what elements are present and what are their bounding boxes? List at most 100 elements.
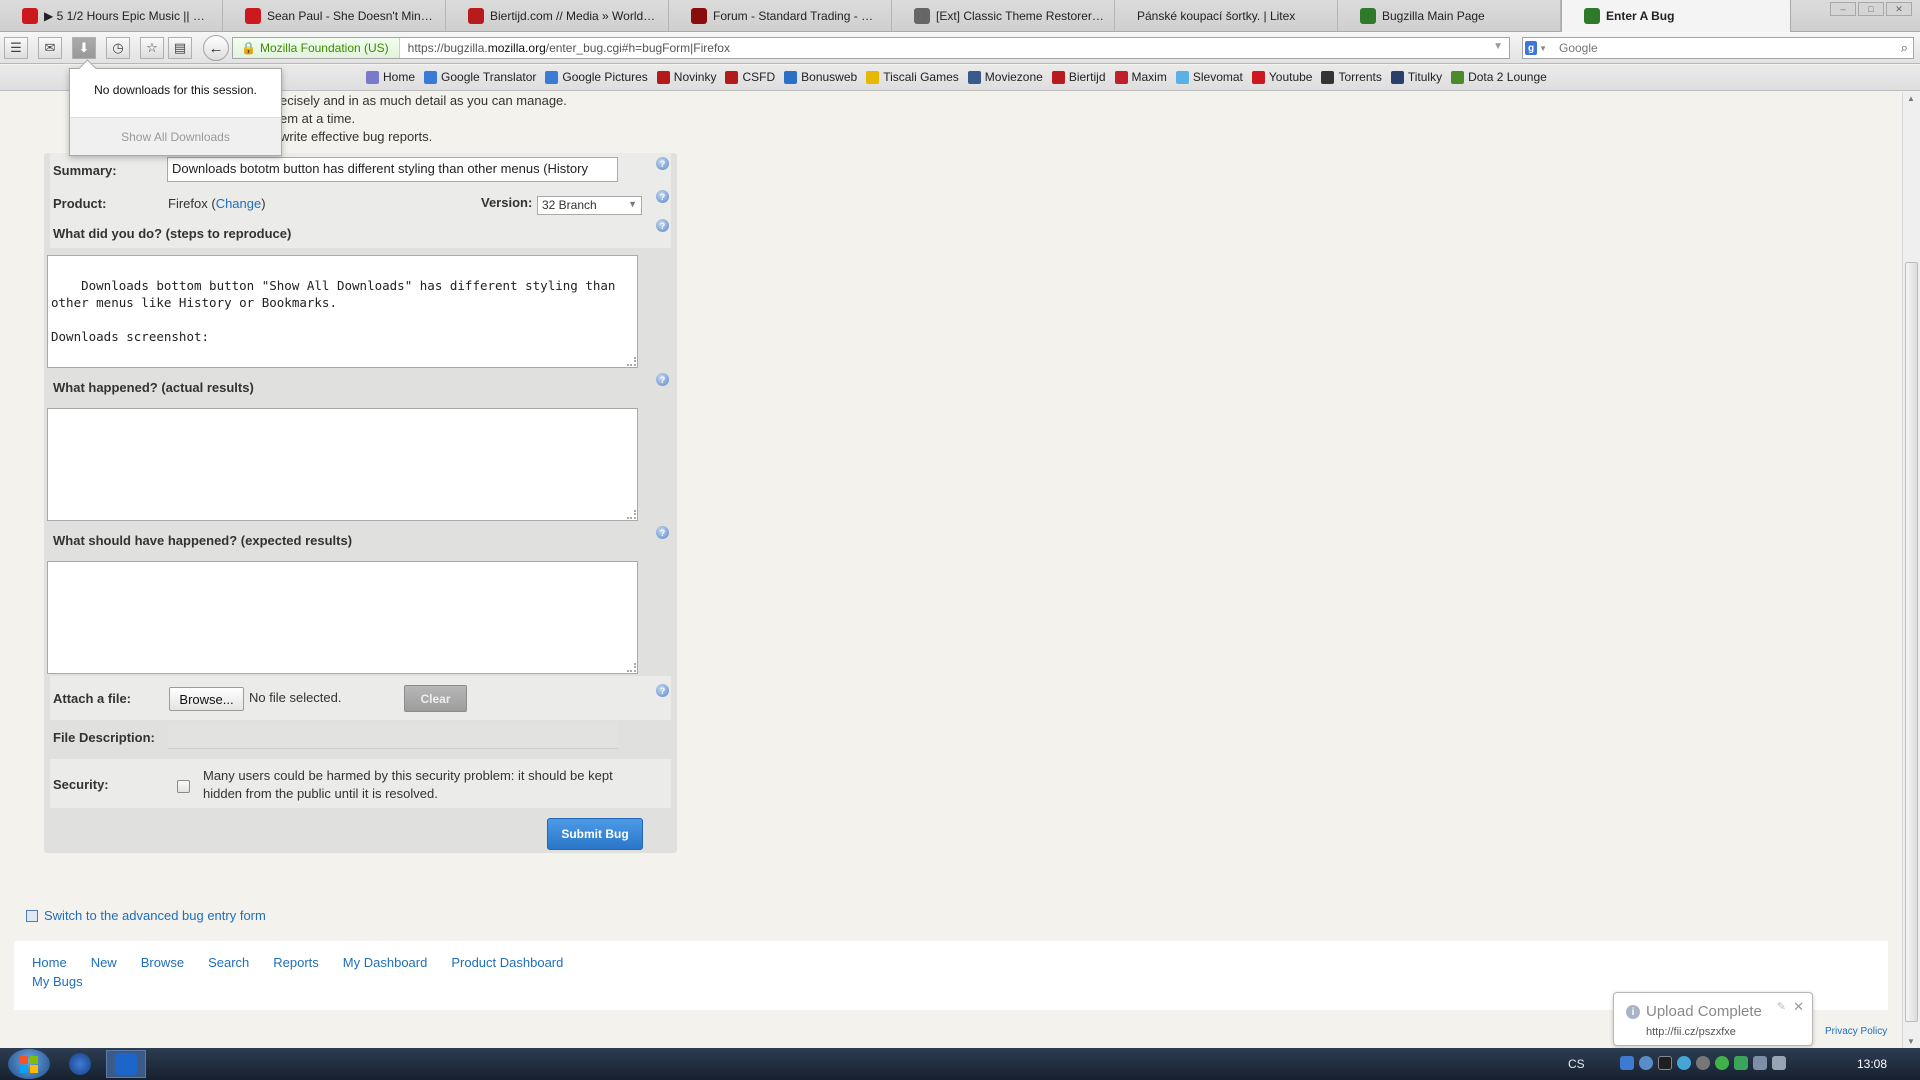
- bookmarks-menu-icon[interactable]: ▤: [168, 37, 192, 59]
- footer-link[interactable]: My Dashboard: [343, 955, 428, 970]
- mail-icon[interactable]: ✉: [38, 37, 62, 59]
- version-select[interactable]: 32 Branch ▼: [537, 196, 642, 215]
- back-button[interactable]: ←: [203, 35, 229, 61]
- scroll-down-icon[interactable]: ▼: [1907, 1037, 1915, 1046]
- history-icon[interactable]: ◷: [106, 37, 130, 59]
- tab[interactable]: Sean Paul - She Doesn't Mind [Of...: [223, 0, 446, 31]
- privacy-policy-link[interactable]: Privacy Policy: [1825, 1026, 1887, 1037]
- tray-app-icon[interactable]: [1639, 1056, 1653, 1070]
- close-icon[interactable]: ✕: [1793, 999, 1804, 1015]
- show-all-downloads-button[interactable]: Show All Downloads: [70, 117, 281, 155]
- footer-link[interactable]: Search: [208, 955, 249, 970]
- tab[interactable]: Bugzilla Main Page: [1338, 0, 1561, 31]
- security-checkbox[interactable]: [177, 780, 190, 793]
- footer-link[interactable]: Home: [32, 955, 67, 970]
- resize-grip-icon[interactable]: [627, 357, 636, 366]
- bookmark-star-icon[interactable]: ☆: [140, 37, 164, 59]
- notification-url[interactable]: http://fii.cz/pszxfxe: [1646, 1026, 1736, 1038]
- pause-icon[interactable]: [1696, 1056, 1710, 1070]
- tab[interactable]: Enter A Bug: [1561, 0, 1791, 32]
- footer-link[interactable]: Product Dashboard: [451, 955, 563, 970]
- url-text[interactable]: https://bugzilla.mozilla.org/enter_bug.c…: [400, 41, 730, 55]
- tray-app-icon[interactable]: [1620, 1056, 1634, 1070]
- url-bar[interactable]: 🔒 Mozilla Foundation (US) https://bugzil…: [232, 37, 1510, 59]
- tray-app-icon[interactable]: [1734, 1056, 1748, 1070]
- expected-help-icon[interactable]: ?: [656, 526, 669, 539]
- language-indicator[interactable]: CS: [1568, 1057, 1585, 1071]
- file-description-input[interactable]: [168, 723, 618, 749]
- footer-link[interactable]: Reports: [273, 955, 319, 970]
- bookmark-item[interactable]: Youtube: [1251, 70, 1312, 84]
- bookmark-item[interactable]: Tiscali Games: [866, 70, 959, 84]
- close-window-button[interactable]: ✕: [1886, 2, 1912, 16]
- taskbar-outlook[interactable]: [106, 1050, 146, 1078]
- tab[interactable]: Forum - Standard Trading - Shop...: [669, 0, 892, 31]
- clock[interactable]: 13:08: [1857, 1057, 1887, 1071]
- pin-icon[interactable]: ✎: [1777, 1000, 1786, 1013]
- tray-app-icon[interactable]: [1715, 1056, 1729, 1070]
- downloads-icon[interactable]: ⬇: [72, 37, 96, 59]
- tray-app-icon[interactable]: [1677, 1056, 1691, 1070]
- bookmark-item[interactable]: Google Translator: [424, 70, 536, 84]
- scroll-up-icon[interactable]: ▲: [1907, 94, 1915, 103]
- bookmark-item[interactable]: Biertijd: [1051, 70, 1106, 84]
- footer-link-my-bugs[interactable]: My Bugs: [32, 974, 83, 989]
- minimize-button[interactable]: –: [1830, 2, 1856, 16]
- scroll-thumb[interactable]: [1905, 262, 1918, 1022]
- submit-bug-button[interactable]: Submit Bug: [547, 818, 643, 850]
- tab[interactable]: ▶ 5 1/2 Hours Epic Music || Futur...: [0, 0, 223, 31]
- resize-grip-icon[interactable]: [627, 510, 636, 519]
- bookmark-item[interactable]: Dota 2 Lounge: [1451, 70, 1547, 84]
- bookmark-item[interactable]: Moviezone: [967, 70, 1043, 84]
- actual-help-icon[interactable]: ?: [656, 373, 669, 386]
- bookmark-item[interactable]: Novinky: [656, 70, 716, 84]
- start-button[interactable]: [8, 1049, 50, 1079]
- advanced-form-link[interactable]: Switch to the advanced bug entry form: [26, 908, 266, 923]
- attach-help-icon[interactable]: ?: [656, 684, 669, 697]
- bookmark-item[interactable]: Bonusweb: [784, 70, 857, 84]
- menu-icon[interactable]: ☰: [4, 37, 28, 59]
- search-icon[interactable]: ⌕: [1901, 40, 1908, 56]
- tab-title: ▶ 5 1/2 Hours Epic Music || Futur...: [44, 8, 212, 23]
- maximize-button[interactable]: □: [1858, 2, 1884, 16]
- taskbar-firefox[interactable]: [60, 1050, 100, 1078]
- bookmark-item[interactable]: Home: [366, 70, 415, 84]
- volume-icon[interactable]: [1772, 1056, 1786, 1070]
- version-help-icon[interactable]: ?: [656, 190, 669, 203]
- tab[interactable]: Pánské koupací šortky. | Litex: [1115, 0, 1338, 31]
- bookmark-item[interactable]: Google Pictures: [545, 70, 648, 84]
- bookmark-label: Dota 2 Lounge: [1468, 70, 1547, 84]
- site-identity[interactable]: 🔒 Mozilla Foundation (US): [233, 38, 400, 58]
- upload-notification[interactable]: i Upload Complete http://fii.cz/pszxfxe …: [1613, 992, 1813, 1046]
- summary-input[interactable]: Downloads bototm button has different st…: [167, 157, 618, 182]
- resize-grip-icon[interactable]: [627, 663, 636, 672]
- steam-icon[interactable]: [1658, 1056, 1672, 1070]
- browse-button[interactable]: Browse...: [169, 687, 244, 711]
- search-bar[interactable]: g ▼ Google ⌕: [1522, 37, 1914, 59]
- tab[interactable]: Biertijd.com // Media » World Is ...: [446, 0, 669, 31]
- bookmark-item[interactable]: Titulky: [1390, 70, 1442, 84]
- footer-link[interactable]: Browse: [141, 955, 184, 970]
- page-scrollbar[interactable]: ▲ ▼: [1902, 92, 1920, 1048]
- page-content: ecisely and in as much detail as you can…: [0, 92, 1902, 1048]
- bookmark-label: Maxim: [1131, 70, 1167, 84]
- product-change-link[interactable]: Change: [216, 196, 262, 211]
- windows-logo-icon: [30, 1065, 38, 1073]
- bookmark-item[interactable]: CSFD: [725, 70, 775, 84]
- footer-link[interactable]: New: [91, 955, 117, 970]
- steps-textarea[interactable]: Downloads bottom button "Show All Downlo…: [47, 255, 638, 368]
- expected-results-textarea[interactable]: [47, 561, 638, 674]
- tab[interactable]: [Ext] Classic Theme Restorer (for ...: [892, 0, 1115, 31]
- lock-icon: 🔒: [241, 41, 256, 55]
- search-engine-button[interactable]: g ▼: [1525, 40, 1547, 56]
- network-icon[interactable]: [1753, 1056, 1767, 1070]
- clear-button[interactable]: Clear: [404, 685, 467, 712]
- url-dropdown-icon[interactable]: ▼: [1493, 41, 1503, 52]
- bookmark-item[interactable]: Maxim: [1114, 70, 1167, 84]
- summary-help-icon[interactable]: ?: [656, 157, 669, 170]
- bookmark-item[interactable]: Torrents: [1321, 70, 1382, 84]
- bookmark-item[interactable]: Slevomat: [1175, 70, 1243, 84]
- bookmark-favicon-icon: [866, 70, 880, 84]
- steps-help-icon[interactable]: ?: [656, 219, 669, 232]
- actual-results-textarea[interactable]: [47, 408, 638, 521]
